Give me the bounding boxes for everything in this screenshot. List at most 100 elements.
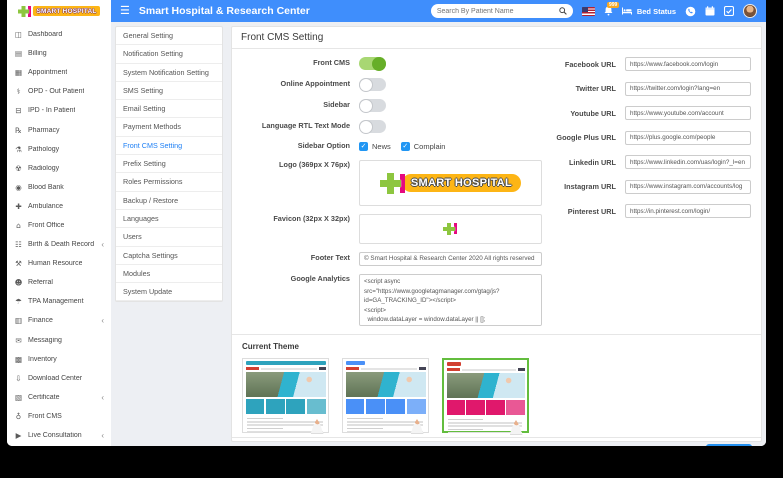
checkbox-icon: ✓ — [359, 142, 368, 151]
sidebar-item-11[interactable]: ☷ Birth & Death Record ‹ — [7, 235, 111, 254]
sidebar-item-13[interactable]: ☻ Referral — [7, 273, 111, 292]
settings-menu-item-12[interactable]: Captcha Settings — [116, 247, 222, 265]
social-url-3-input[interactable] — [625, 131, 751, 145]
sidebar-option-group: ✓ News ✓ Complain — [359, 142, 445, 151]
sidebar-item-6-icon: ⚗ — [14, 145, 23, 154]
social-url-6-input[interactable] — [625, 204, 751, 218]
sidebar-item-9-label: Ambulance — [28, 203, 63, 210]
settings-menu-item-10[interactable]: Languages — [116, 210, 222, 228]
language-flag-icon[interactable] — [582, 7, 595, 16]
sidebar-item-8-label: Blood Bank — [28, 184, 64, 191]
sidebar-item-10-label: Front Office — [28, 222, 64, 229]
hamburger-menu-icon[interactable]: ☰ — [120, 6, 130, 17]
social-url-5-input[interactable] — [625, 180, 751, 194]
toggle-switch-2[interactable] — [359, 99, 386, 112]
google-analytics-label: Google Analytics — [232, 274, 359, 285]
hospital-cross-icon — [18, 6, 31, 17]
settings-menu: General Setting Notification Setting Sys… — [115, 26, 223, 302]
sidebar-item-16[interactable]: ✉ Messaging — [7, 331, 111, 350]
user-avatar[interactable] — [743, 4, 757, 18]
sidebar-item-2-label: Appointment — [28, 69, 67, 76]
favicon-preview[interactable] — [359, 214, 542, 244]
sidebar-item-14[interactable]: ☂ TPA Management — [7, 292, 111, 311]
settings-menu-item-6[interactable]: Front CMS Setting — [116, 137, 222, 155]
sidebar-item-6[interactable]: ⚗ Pathology — [7, 140, 111, 159]
toggle-switch-1[interactable] — [359, 78, 386, 91]
settings-menu-item-5[interactable]: Payment Methods — [116, 118, 222, 136]
checkbox-option-0[interactable]: ✓ News — [359, 142, 391, 151]
footer-text-input[interactable] — [359, 252, 542, 266]
sidebar-item-4[interactable]: ⊟ IPD - In Patient — [7, 101, 111, 120]
bed-status-button[interactable]: Bed Status — [622, 7, 676, 16]
theme-navbar — [246, 367, 326, 371]
sidebar-item-7-icon: ☢ — [14, 164, 23, 173]
social-url-4-label: Linkedin URL — [544, 158, 625, 167]
theme-option-1[interactable] — [342, 358, 429, 433]
theme-cards — [246, 399, 326, 414]
main-sidebar: ◫ Dashboard ▤ Billing ▦ Appointment — [7, 22, 111, 446]
theme-option-2[interactable] — [442, 358, 529, 433]
whatsapp-button[interactable] — [685, 6, 696, 17]
toggle-switch-3[interactable] — [359, 120, 386, 133]
chevron-left-icon: ‹ — [101, 431, 104, 440]
toggle-switch-0[interactable] — [359, 57, 386, 70]
sidebar-item-10[interactable]: ⌂ Front Office — [7, 216, 111, 235]
logo-preview[interactable]: SMART HOSPITAL — [359, 160, 542, 206]
sidebar-option-label: Sidebar Option — [232, 141, 359, 152]
notifications-button[interactable]: 999 — [604, 6, 613, 16]
settings-menu-item-13[interactable]: Modules — [116, 265, 222, 283]
settings-menu-item-0[interactable]: General Setting — [116, 27, 222, 45]
current-theme-section: Current Theme — [232, 334, 761, 437]
sidebar-item-12[interactable]: ⚒ Human Resource — [7, 254, 111, 273]
sidebar-item-2[interactable]: ▦ Appointment — [7, 63, 111, 82]
settings-menu-item-11[interactable]: Users — [116, 228, 222, 246]
sidebar-item-19[interactable]: ▧ Certificate ‹ — [7, 388, 111, 407]
sidebar-item-3[interactable]: ⚕ OPD - Out Patient — [7, 82, 111, 101]
settings-menu-item-9[interactable]: Backup / Restore — [116, 192, 222, 210]
social-url-4-input[interactable] — [625, 155, 751, 169]
sidebar-item-20[interactable]: ♁ Front CMS — [7, 407, 111, 426]
theme-option-0[interactable] — [242, 358, 329, 433]
settings-menu-item-14[interactable]: System Update — [116, 283, 222, 301]
checkbox-icon: ✓ — [401, 142, 410, 151]
sidebar-item-7[interactable]: ☢ Radiology — [7, 159, 111, 178]
save-button[interactable]: ✓ Save — [706, 444, 752, 446]
sidebar-item-0[interactable]: ◫ Dashboard — [7, 25, 111, 44]
favicon-image — [443, 223, 458, 235]
sidebar-item-21[interactable]: ▶ Live Consultation ‹ — [7, 426, 111, 445]
sidebar-item-17-icon: ▩ — [14, 355, 23, 364]
sidebar-item-16-label: Messaging — [28, 337, 62, 344]
brand-logo[interactable]: SMART HOSPITAL — [7, 0, 111, 22]
search-icon[interactable] — [559, 7, 567, 15]
sidebar-item-15[interactable]: ▥ Finance ‹ — [7, 311, 111, 330]
sidebar-item-1[interactable]: ▤ Billing — [7, 44, 111, 63]
sidebar-item-17[interactable]: ▩ Inventory — [7, 350, 111, 369]
settings-menu-item-1[interactable]: Notification Setting — [116, 45, 222, 63]
sidebar-item-5[interactable]: ℞ Pharmacy — [7, 120, 111, 139]
footer-text-label: Footer Text — [232, 253, 359, 264]
checkbox-option-1[interactable]: ✓ Complain — [401, 142, 446, 151]
google-analytics-textarea[interactable]: <script async src="https://www.googletag… — [359, 274, 542, 326]
search-input[interactable] — [437, 8, 559, 15]
settings-menu-item-8[interactable]: Roles Permissions — [116, 173, 222, 191]
calendar-button[interactable] — [705, 6, 715, 16]
tasks-button[interactable] — [724, 6, 734, 16]
social-url-1-input[interactable] — [625, 82, 751, 96]
settings-menu-item-7[interactable]: Prefix Setting — [116, 155, 222, 173]
sidebar-item-9[interactable]: ✚ Ambulance — [7, 197, 111, 216]
social-url-5-label: Instagram URL — [544, 182, 625, 191]
sidebar-item-5-icon: ℞ — [14, 126, 23, 135]
social-url-2-input[interactable] — [625, 106, 751, 120]
settings-menu-item-4[interactable]: Email Setting — [116, 100, 222, 118]
sidebar-item-13-icon: ☻ — [14, 278, 23, 287]
header-actions: 999 Bed Status — [431, 4, 766, 18]
chevron-left-icon: ‹ — [101, 240, 104, 249]
sidebar-item-8[interactable]: ◉ Blood Bank — [7, 178, 111, 197]
settings-menu-item-3[interactable]: SMS Setting — [116, 82, 222, 100]
social-url-0-input[interactable] — [625, 57, 751, 71]
sidebar-item-0-label: Dashboard — [28, 31, 62, 38]
sidebar-item-12-label: Human Resource — [28, 260, 82, 267]
sidebar-item-18[interactable]: ⇩ Download Center — [7, 369, 111, 388]
settings-menu-column: General Setting Notification Setting Sys… — [111, 22, 227, 446]
settings-menu-item-2[interactable]: System Notification Setting — [116, 64, 222, 82]
